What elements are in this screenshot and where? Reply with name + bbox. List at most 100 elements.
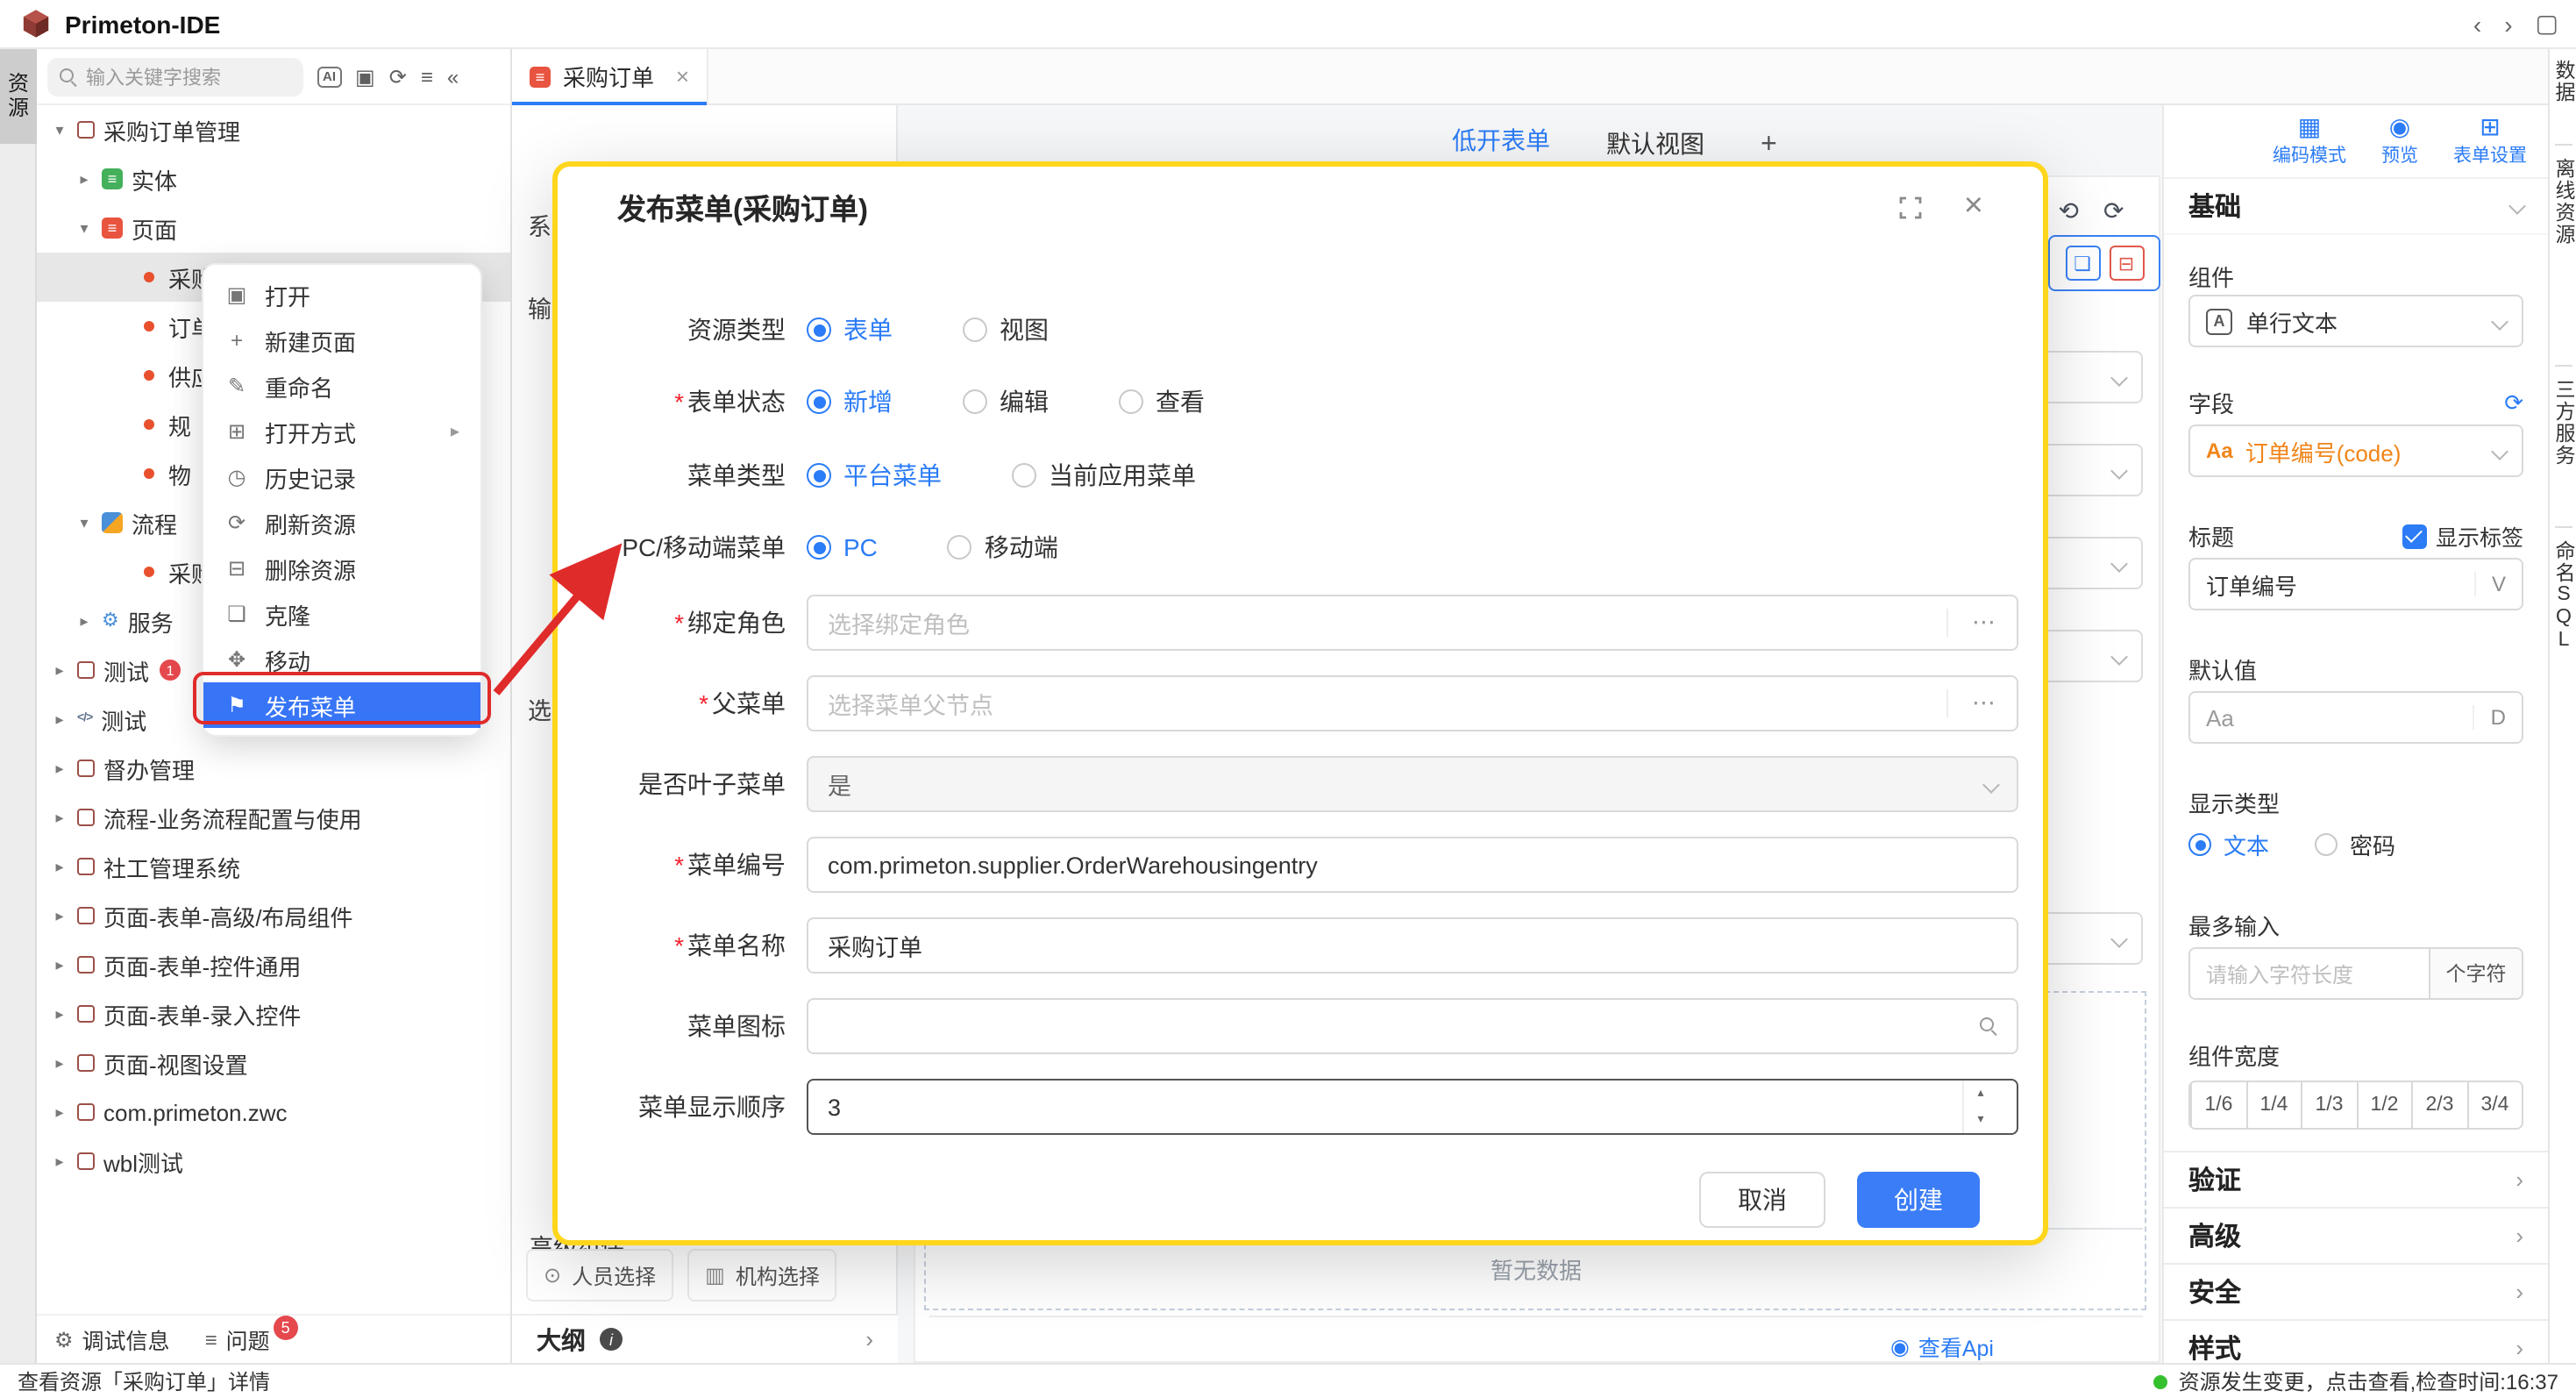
width-option-button[interactable]: 3/4 — [2466, 1082, 2522, 1128]
caret-icon[interactable]: ▸ — [51, 1102, 68, 1122]
right-rail-tab[interactable]: 离线资源 — [2550, 158, 2576, 246]
caret-icon[interactable]: ▸ — [51, 857, 68, 876]
radio-option-new[interactable]: 新增 — [807, 384, 893, 419]
tree-item[interactable]: ▸ 社工管理系统 — [37, 842, 510, 891]
tree-item[interactable]: ▸ 实体 — [37, 154, 510, 203]
picker-ellipsis-button[interactable]: ⋯ — [1946, 689, 1997, 717]
radio-option-view[interactable]: 视图 — [963, 312, 1049, 347]
inspector-action-button[interactable]: ◉ 预览 — [2381, 114, 2418, 168]
field-select[interactable]: Aa 订单编号(code) — [2188, 424, 2523, 477]
resources-rail-tab[interactable]: 资源 — [0, 49, 37, 144]
tree-item[interactable]: ▸ 页面-表单-录入控件 — [37, 989, 510, 1038]
window-restore-icon[interactable]: ▢ — [2536, 9, 2558, 39]
context-menu-item[interactable]: ✎ 重命名 — [203, 363, 480, 409]
palette-component-chip[interactable]: ▥ 机构选择 — [687, 1249, 837, 1302]
delete-icon[interactable]: ⊟ — [2109, 246, 2144, 281]
max-length-input[interactable]: 请输入字符长度 — [2188, 947, 2429, 1000]
problems-button[interactable]: ≡ 问题 5 — [205, 1323, 303, 1356]
chevron-right-icon[interactable]: › — [865, 1326, 873, 1352]
tree-item[interactable]: ▸ com.primeton.zwc — [37, 1088, 510, 1137]
refresh-icon[interactable]: ⟳ — [389, 64, 407, 89]
section-security[interactable]: 安全 › — [2164, 1263, 2548, 1319]
refresh-field-icon[interactable]: ⟳ — [2504, 389, 2523, 417]
editor-tab-purchase-order[interactable]: 采购订单 × — [512, 49, 708, 103]
context-menu-item[interactable]: ⊞ 打开方式 ▸ — [203, 409, 480, 454]
outline-bar[interactable]: 大纲 i › — [512, 1314, 898, 1363]
section-basic[interactable]: 基础 — [2164, 179, 2548, 235]
section-advanced[interactable]: 高级 › — [2164, 1207, 2548, 1263]
caret-icon[interactable]: ▾ — [75, 218, 93, 238]
tree-item[interactable]: ▸ 流程-业务流程配置与使用 — [37, 793, 510, 842]
collapse-all-icon[interactable]: « — [447, 64, 459, 89]
radio-option-form[interactable]: 表单 — [807, 312, 893, 347]
context-menu-item[interactable]: + 新建页面 — [203, 317, 480, 363]
width-option-button[interactable]: 1/3 — [2301, 1082, 2356, 1128]
caret-icon[interactable]: ▸ — [51, 955, 68, 974]
caret-icon[interactable]: ▸ — [51, 759, 68, 778]
ai-icon[interactable]: AI — [317, 66, 341, 87]
radio-option-text[interactable]: 文本 — [2188, 828, 2269, 861]
caret-icon[interactable]: ▸ — [51, 710, 68, 729]
tree-item[interactable]: ▾ 页面 — [37, 203, 510, 253]
inspector-action-button[interactable]: ▦ 编码模式 — [2273, 114, 2346, 168]
stepper-up-icon[interactable]: ▴ — [1964, 1081, 1997, 1107]
picker-ellipsis-button[interactable]: ⋯ — [1946, 609, 1997, 637]
radio-option-platform-menu[interactable]: 平台菜单 — [807, 458, 942, 493]
module-icon[interactable]: ▣ — [355, 64, 375, 89]
context-menu-item[interactable]: ◷ 历史记录 — [203, 454, 480, 500]
bind-role-input[interactable]: 选择绑定角色 ⋯ — [807, 595, 2018, 651]
radio-option-mobile[interactable]: 移动端 — [948, 530, 1058, 565]
create-button[interactable]: 创建 — [1857, 1172, 1980, 1228]
number-stepper[interactable]: ▴ ▾ — [1962, 1081, 1997, 1133]
menu-name-input[interactable]: 采购订单 — [807, 917, 2018, 974]
copy-icon[interactable]: ❏ — [2065, 246, 2100, 281]
parent-menu-input[interactable]: 选择菜单父节点 ⋯ — [807, 675, 2018, 731]
tree-item[interactable]: ▸ 督办管理 — [37, 744, 510, 793]
checkbox-checked-icon[interactable] — [2402, 524, 2427, 548]
context-menu-item[interactable]: ⚑ 发布菜单 — [203, 682, 480, 728]
menu-order-number-input[interactable]: 3 ▴ ▾ — [807, 1079, 2018, 1135]
right-rail-tab[interactable]: 三方服务 — [2550, 379, 2576, 467]
context-menu-item[interactable]: ⊟ 删除资源 — [203, 546, 480, 591]
nav-forward-icon[interactable]: › — [2504, 10, 2512, 38]
menu-icon-input[interactable] — [807, 998, 2018, 1054]
context-menu-item[interactable]: ❏ 克隆 — [203, 591, 480, 637]
width-option-button[interactable]: 1/2 — [2356, 1082, 2411, 1128]
resource-changed-notice[interactable]: 资源发生变更，点击查看,检查时间:16:37 — [2154, 1366, 2558, 1396]
close-icon[interactable]: × — [1964, 188, 1983, 226]
context-menu-item[interactable]: ⟳ 刷新资源 — [203, 500, 480, 546]
tree-item[interactable]: ▾ 采购订单管理 — [37, 105, 510, 154]
debug-info-button[interactable]: ⚙ 调试信息 — [54, 1323, 170, 1356]
width-option-button[interactable]: 2/3 — [2411, 1082, 2466, 1128]
caret-icon[interactable]: ▾ — [75, 513, 93, 532]
radio-option-app-menu[interactable]: 当前应用菜单 — [1012, 458, 1196, 493]
maximize-icon[interactable] — [1899, 196, 1922, 218]
dynamic-toggle[interactable]: D — [2473, 705, 2506, 730]
component-select[interactable]: A 单行文本 — [2188, 295, 2523, 347]
list-settings-icon[interactable]: ≡ — [421, 64, 433, 89]
caret-icon[interactable]: ▸ — [51, 1053, 68, 1073]
context-menu-item[interactable]: ✥ 移动 — [203, 637, 480, 682]
caret-icon[interactable]: ▸ — [51, 1004, 68, 1024]
tree-item[interactable]: ▸ 页面-表单-控件通用 — [37, 940, 510, 989]
stepper-down-icon[interactable]: ▾ — [1964, 1107, 1997, 1133]
nav-back-icon[interactable]: ‹ — [2473, 10, 2481, 38]
title-input[interactable]: 订单编号 V — [2188, 558, 2523, 610]
caret-icon[interactable]: ▾ — [51, 120, 68, 139]
menu-code-input[interactable]: com.primeton.supplier.OrderWarehousingen… — [807, 837, 2018, 893]
caret-icon[interactable]: ▸ — [75, 169, 93, 189]
redo-icon[interactable]: ⟳ — [2103, 196, 2124, 226]
right-rail-tab[interactable]: 命名SQL — [2550, 540, 2576, 653]
view-api-link[interactable]: ◉ 查看Api — [1890, 1330, 1994, 1363]
caret-icon[interactable]: ▸ — [51, 906, 68, 925]
cancel-button[interactable]: 取消 — [1699, 1172, 1825, 1228]
palette-component-chip[interactable]: ⊙ 人员选择 — [526, 1249, 673, 1302]
width-option-button[interactable]: 1/6 — [2190, 1082, 2245, 1128]
tree-item[interactable]: ▸ 页面-视图设置 — [37, 1038, 510, 1088]
default-input[interactable]: Aa D — [2188, 691, 2523, 744]
variable-toggle[interactable]: V — [2474, 572, 2506, 596]
show-label-checkbox[interactable]: 显示标签 — [2402, 519, 2523, 553]
section-style[interactable]: 样式 › — [2164, 1319, 2548, 1363]
radio-option-edit[interactable]: 编辑 — [963, 384, 1049, 419]
right-rail-tab[interactable]: 数据 — [2550, 60, 2576, 103]
